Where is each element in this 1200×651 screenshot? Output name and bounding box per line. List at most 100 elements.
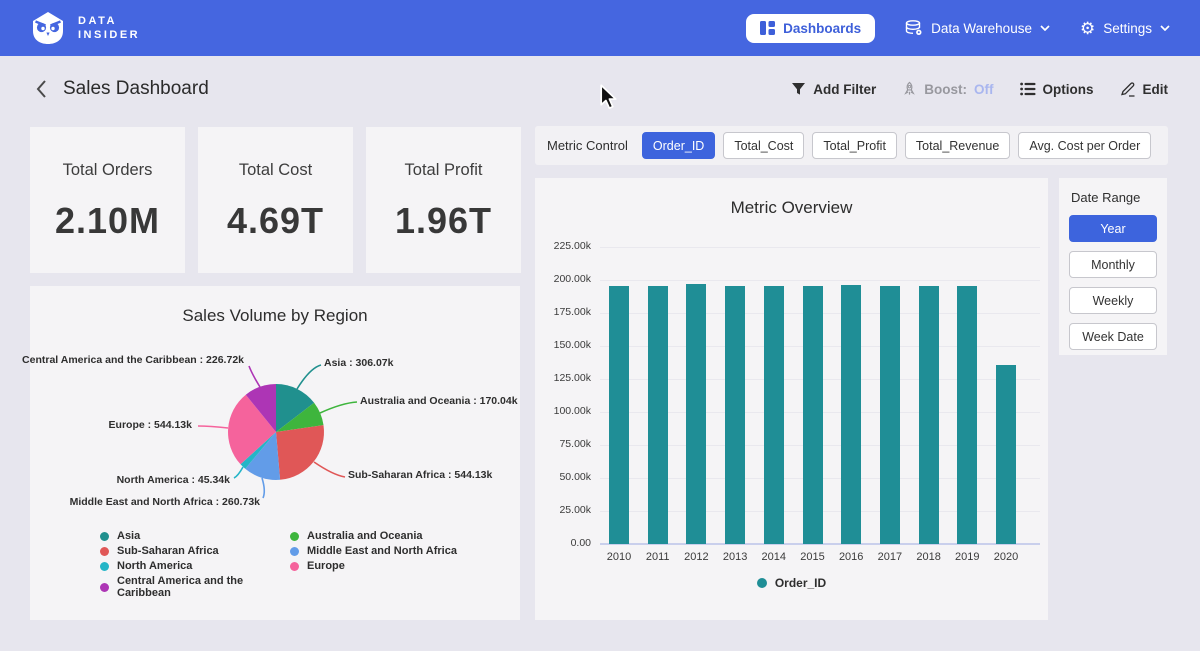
kpi-label: Total Orders: [63, 161, 153, 180]
legend-label: North America: [117, 560, 192, 572]
bar-gridline: [600, 280, 1040, 281]
page-title: Sales Dashboard: [63, 78, 209, 100]
bar-chart: 225.00k200.00k175.00k150.00k125.00k100.0…: [535, 178, 1048, 620]
date-range-panel: Date Range Year Monthly Weekly Week Date: [1059, 178, 1167, 355]
kpi-card-total-orders: Total Orders 2.10M: [30, 127, 185, 273]
filter-funnel-icon: [791, 82, 806, 96]
x-axis-tick: 2012: [676, 551, 716, 563]
y-axis-tick: 200.00k: [535, 273, 591, 285]
brand-logo[interactable]: DATA INSIDER: [30, 10, 140, 46]
metric-control-bar: Metric Control Order_IDTotal_CostTotal_P…: [535, 126, 1168, 165]
navbar-menu: Dashboards Data Warehouse ⚙ Setting: [746, 14, 1170, 43]
legend-label: Central America and the Caribbean: [117, 575, 290, 599]
legend-dot: [100, 547, 109, 556]
metric-option-total-profit[interactable]: Total_Profit: [812, 132, 897, 159]
date-option-year[interactable]: Year: [1069, 215, 1157, 242]
owl-logo-icon: [30, 10, 66, 46]
pie-label-asia: Asia : 306.07k: [324, 357, 393, 369]
date-option-weekly[interactable]: Weekly: [1069, 287, 1157, 314]
metric-overview-card: Metric Overview 225.00k200.00k175.00k150…: [535, 178, 1048, 620]
bar-2015[interactable]: [803, 286, 823, 544]
date-range-label: Date Range: [1071, 190, 1157, 205]
header-actions: Add Filter Boost: Off Options: [791, 81, 1168, 97]
legend-item-sub-saharan-africa: Sub-Saharan Africa: [100, 545, 290, 557]
dashboards-button[interactable]: Dashboards: [746, 14, 875, 43]
bar-legend: Order_ID: [535, 576, 1048, 590]
metric-option-avg-cost-per-order[interactable]: Avg. Cost per Order: [1018, 132, 1151, 159]
kpi-label: Total Profit: [405, 161, 483, 180]
chevron-down-icon: [1160, 25, 1170, 31]
pie-label-north-america: North America : 45.34k: [117, 474, 230, 486]
legend-item-australia-and-oceania: Australia and Oceania: [290, 530, 457, 542]
metric-option-total-cost[interactable]: Total_Cost: [723, 132, 804, 159]
date-option-monthly[interactable]: Monthly: [1069, 251, 1157, 278]
kpi-value: 4.69T: [227, 200, 324, 242]
edit-pencil-icon: [1120, 81, 1136, 97]
legend-dot: [290, 532, 299, 541]
legend-dot: [100, 562, 109, 571]
y-axis-tick: 125.00k: [535, 372, 591, 384]
x-axis-tick: 2010: [599, 551, 639, 563]
date-option-week-date[interactable]: Week Date: [1069, 323, 1157, 350]
legend-item-asia: Asia: [100, 530, 290, 542]
bar-2011[interactable]: [648, 286, 668, 544]
metric-options: Order_ID Total_Cost Total_Profit Total_Reve…: [642, 132, 1151, 159]
x-axis-tick: 2016: [831, 551, 871, 563]
rocket-icon: [902, 81, 917, 97]
pie-label-europe: Europe : 544.13k: [109, 419, 192, 431]
legend-label: Europe: [307, 560, 345, 572]
mouse-cursor: [598, 84, 620, 110]
x-axis-tick: 2020: [986, 551, 1026, 563]
bar-2020[interactable]: [996, 365, 1016, 544]
legend-item-middle-east-and-north-africa: Middle East and North Africa: [290, 545, 457, 557]
bar-2019[interactable]: [957, 286, 977, 544]
x-axis-tick: 2011: [638, 551, 678, 563]
legend-item-europe: Europe: [290, 560, 457, 572]
edit-button[interactable]: Edit: [1120, 81, 1169, 97]
legend-label: Middle East and North Africa: [307, 545, 457, 557]
legend-label: Sub-Saharan Africa: [117, 545, 219, 557]
kpi-value: 2.10M: [55, 200, 160, 242]
boost-label: Boost:: [924, 82, 967, 97]
y-axis-tick: 75.00k: [535, 438, 591, 450]
y-axis-tick: 25.00k: [535, 504, 591, 516]
kpi-label: Total Cost: [239, 161, 312, 180]
add-filter-button[interactable]: Add Filter: [791, 82, 876, 97]
legend-item-central-america-and-the-caribbean: Central America and the Caribbean: [100, 575, 290, 599]
data-warehouse-label: Data Warehouse: [931, 21, 1032, 36]
bar-2018[interactable]: [919, 286, 939, 544]
boost-toggle[interactable]: Boost: Off: [902, 81, 993, 97]
y-axis-tick: 150.00k: [535, 339, 591, 351]
pie-label-central-america-and-the-caribbean: Central America and the Caribbean : 226.…: [22, 354, 244, 366]
bar-2013[interactable]: [725, 286, 745, 544]
metric-option-order-id[interactable]: Order_ID: [642, 132, 715, 159]
database-icon: [905, 20, 923, 36]
kpi-card-total-profit: Total Profit 1.96T: [366, 127, 521, 273]
metric-option-total-revenue[interactable]: Total_Revenue: [905, 132, 1010, 159]
y-axis-tick: 0.00: [535, 537, 591, 549]
settings-menu[interactable]: ⚙ Settings: [1080, 20, 1170, 37]
x-axis-tick: 2017: [870, 551, 910, 563]
x-axis-tick: 2019: [947, 551, 987, 563]
bar-2016[interactable]: [841, 285, 861, 544]
date-range-options: Year Monthly Weekly Week Date: [1069, 215, 1157, 350]
bar-2014[interactable]: [764, 286, 784, 544]
legend-item-north-america: North America: [100, 560, 290, 572]
y-axis-tick: 225.00k: [535, 240, 591, 252]
pie-label-sub-saharan-africa: Sub-Saharan Africa : 544.13k: [348, 469, 492, 481]
y-axis-tick: 50.00k: [535, 471, 591, 483]
bar-2017[interactable]: [880, 286, 900, 544]
app-root: DATA INSIDER Dashboards: [0, 0, 1200, 651]
bar-2012[interactable]: [686, 284, 706, 544]
kpi-row: Total Orders 2.10M Total Cost 4.69T Total Pr…: [30, 127, 521, 273]
chevron-down-icon: [1040, 25, 1050, 31]
options-button[interactable]: Options: [1020, 82, 1094, 97]
kpi-value: 1.96T: [395, 200, 492, 242]
legend-dot: [100, 532, 109, 541]
options-label: Options: [1043, 82, 1094, 97]
data-warehouse-menu[interactable]: Data Warehouse: [905, 20, 1050, 36]
sales-volume-card: Sales Volume by Region Asia : 306.07kAus…: [30, 286, 520, 620]
pie-label-middle-east-and-north-africa: Middle East and North Africa : 260.73k: [70, 496, 260, 508]
bar-2010[interactable]: [609, 286, 629, 544]
back-button[interactable]: [32, 76, 51, 102]
